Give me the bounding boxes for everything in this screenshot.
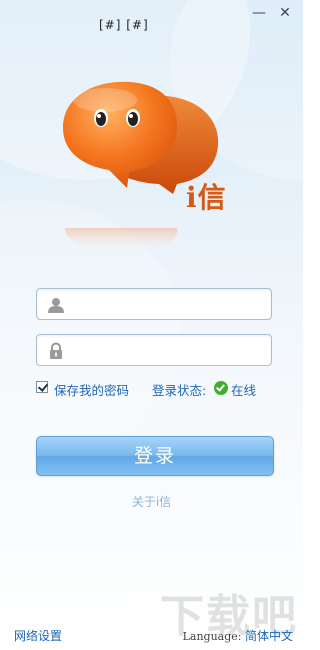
titlebar-placeholder-text: [#] [#] — [99, 18, 149, 32]
language-value[interactable]: 简体中文 — [245, 629, 293, 643]
about-link[interactable]: 关于i信 — [0, 493, 303, 510]
login-status-label: 登录状态: — [152, 383, 207, 398]
user-icon — [47, 296, 65, 314]
lock-icon — [47, 342, 65, 360]
brand-name: i信 — [186, 181, 227, 214]
network-settings-link[interactable]: 网络设置 — [14, 627, 62, 644]
password-input[interactable] — [73, 338, 267, 364]
close-button[interactable]: ✕ — [276, 4, 294, 22]
language-selector[interactable]: Language: 简体中文 — [183, 627, 293, 644]
username-input[interactable] — [73, 292, 267, 318]
chat-bubble-icon — [63, 81, 219, 255]
remember-password-label[interactable]: 保存我的密码 — [54, 380, 129, 399]
login-status-dropdown[interactable]: 在线 — [231, 380, 256, 399]
password-field[interactable] — [36, 334, 272, 366]
minimize-button[interactable]: — — [250, 4, 268, 22]
login-button[interactable]: 登录 — [36, 436, 274, 476]
username-field[interactable] — [36, 288, 272, 320]
app-logo — [55, 70, 235, 260]
login-window: [#] [#] — ✕ i信 保存我的密码 登录状态: 在线 登录 关于i信 下… — [0, 0, 303, 650]
language-label: Language: — [182, 630, 242, 643]
remember-password-checkbox[interactable] — [36, 381, 48, 393]
login-options-row: 保存我的密码 登录状态: 在线 — [36, 380, 276, 398]
online-check-icon[interactable] — [214, 381, 228, 395]
